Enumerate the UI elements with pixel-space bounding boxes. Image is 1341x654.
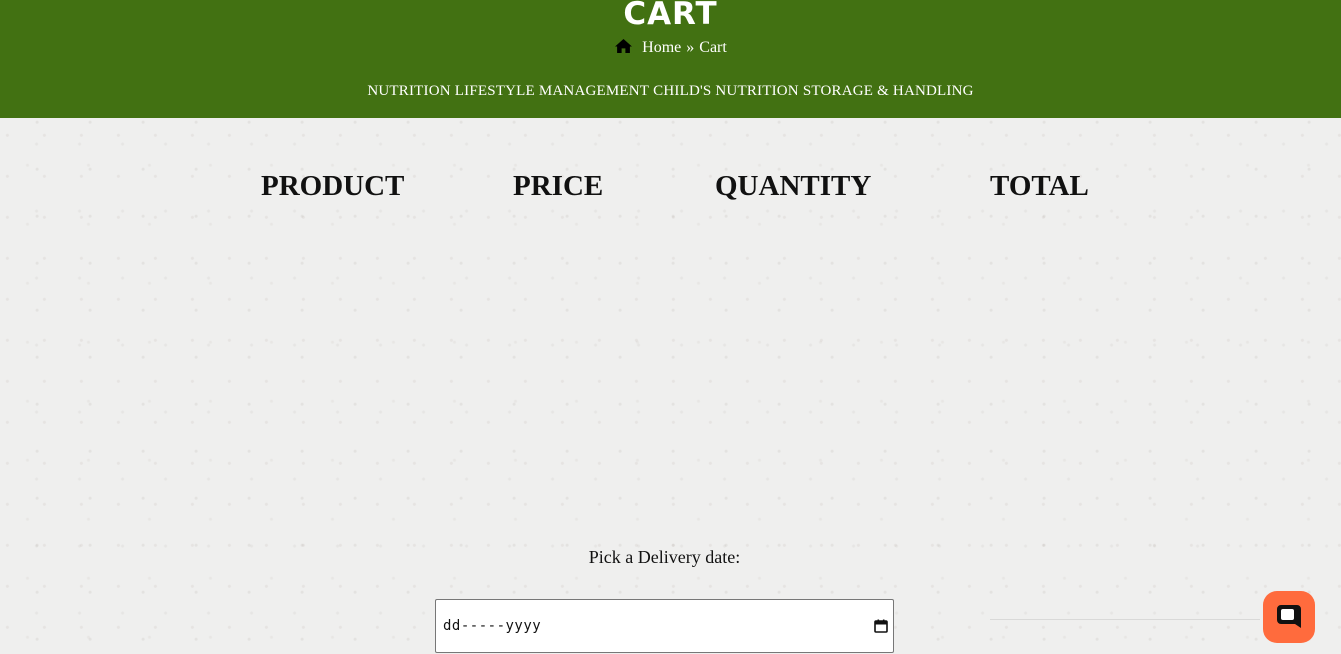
home-icon[interactable] bbox=[614, 38, 633, 54]
nav-item-lifestyle-management[interactable]: LIFESTYLE MANAGEMENT bbox=[455, 82, 649, 100]
column-header-quantity: QUANTITY bbox=[715, 170, 872, 202]
nav-item-childs-nutrition[interactable]: CHILD'S NUTRITION bbox=[653, 82, 799, 100]
page-title: CART bbox=[623, 0, 718, 32]
page-header: CART Home » Cart NUTRITION LIFESTYLE MAN… bbox=[0, 0, 1341, 118]
main-nav: NUTRITION LIFESTYLE MANAGEMENT CHILD'S N… bbox=[0, 82, 1341, 100]
column-header-total: TOTAL bbox=[990, 170, 1089, 202]
breadcrumb: Home » Cart bbox=[0, 38, 1341, 58]
delivery-date-label: Pick a Delivery date: bbox=[588, 547, 741, 567]
calendar-icon[interactable] bbox=[874, 619, 888, 633]
chat-widget-button[interactable] bbox=[1263, 591, 1315, 643]
cart-table-header: PRODUCT PRICE QUANTITY TOTAL bbox=[0, 170, 1341, 206]
column-header-product: PRODUCT bbox=[261, 170, 405, 202]
chat-icon bbox=[1277, 605, 1301, 628]
nav-item-storage-handling[interactable]: STORAGE & HANDLING bbox=[803, 82, 974, 100]
breadcrumb-separator: » bbox=[686, 39, 695, 56]
breadcrumb-current: Cart bbox=[699, 39, 727, 56]
column-header-price: PRICE bbox=[513, 170, 604, 202]
delivery-date-input[interactable]: dd-----yyyy bbox=[435, 599, 894, 653]
delivery-date-value: dd-----yyyy bbox=[443, 618, 542, 634]
breadcrumb-home-link[interactable]: Home bbox=[642, 38, 681, 58]
divider bbox=[990, 619, 1260, 620]
nav-item-nutrition[interactable]: NUTRITION bbox=[367, 82, 450, 100]
